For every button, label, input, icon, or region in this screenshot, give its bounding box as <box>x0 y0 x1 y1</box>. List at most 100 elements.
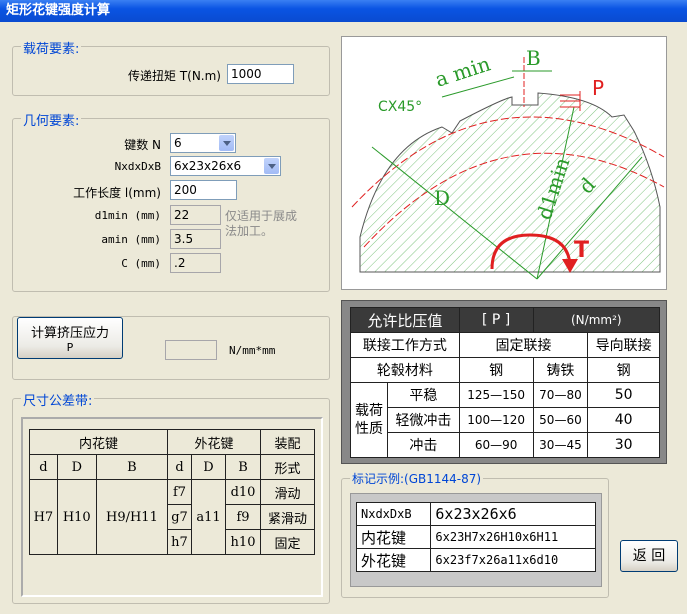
keys-value: 6 <box>174 136 182 150</box>
assembly-header: 装配 <box>260 429 315 455</box>
marking-table: NxdxDxB 6x23x26x6 内花键 6x23H7x26H10x6H11 … <box>355 502 596 572</box>
calc-group: 计算挤压应力 P N/mm*mm <box>12 316 330 380</box>
marking-label: NxdxDxB <box>355 502 432 526</box>
length-input[interactable]: 200 <box>170 180 237 200</box>
material-label: 轮毂材料 <box>350 357 460 383</box>
load-nature-label: 载荷性质 <box>350 382 388 458</box>
label-B: B <box>526 46 541 70</box>
outer-B-tol: d10 <box>225 479 261 505</box>
method-label: 联接工作方式 <box>350 332 460 358</box>
tolerance-legend: 尺寸公差带: <box>21 390 95 409</box>
load-type: 冲击 <box>387 432 460 458</box>
torque-input[interactable]: 1000 <box>227 64 294 84</box>
fixed-joint: 固定联接 <box>458 332 589 358</box>
cast-value: 70—80 <box>532 382 589 408</box>
fit-form: 固定 <box>260 529 315 555</box>
inner-D-tol: H10 <box>56 479 97 555</box>
pressure-symbol: [ P ] <box>458 307 534 333</box>
spec-select[interactable]: 6x23x26x6 <box>170 156 281 176</box>
guide-value: 30 <box>587 432 660 458</box>
outer-B-tol: h10 <box>225 529 261 555</box>
spec-label: NxdxDxB <box>114 160 161 173</box>
amin-label: amin (mm) <box>101 233 161 246</box>
calc-button-symbol: P <box>66 341 74 354</box>
chevron-down-icon[interactable] <box>264 158 279 174</box>
inner-spline-header: 内花键 <box>28 429 169 455</box>
guide-value: 40 <box>587 407 660 433</box>
load-group: 载荷要素: 传递扭矩 T(N.m) 1000 <box>12 38 330 96</box>
guide-value: 50 <box>587 382 660 408</box>
col-B: B <box>225 454 261 480</box>
marking-frame: NxdxDxB 6x23x26x6 内花键 6x23H7x26H10x6H11 … <box>350 493 602 587</box>
form-header: 形式 <box>260 454 315 480</box>
marking-legend: 标记示例:(GB1144-87) <box>350 470 484 487</box>
marking-value: 6x23H7x26H10x6H11 <box>430 525 596 549</box>
marking-label: 内花键 <box>355 525 432 549</box>
inner-d-tol: H7 <box>29 479 58 555</box>
spline-diagram-svg: a min B P CX45° D d1min d T <box>351 46 665 280</box>
marking-value: 6x23f7x26a11x6d10 <box>430 548 596 572</box>
load-type: 轻微冲击 <box>387 407 460 433</box>
outer-spline-header: 外花键 <box>167 429 261 455</box>
outer-B-tol: f9 <box>225 504 261 530</box>
fit-form: 紧滑动 <box>260 504 315 530</box>
tolerance-table: 内花键 外花键 装配 d D B d D B 形式 H7 H10 H9/H11 … <box>28 429 315 555</box>
torque-label: 传递扭矩 T(N.m) <box>128 69 221 83</box>
label-D: D <box>434 186 450 210</box>
marking-label: 外花键 <box>355 548 432 572</box>
cast-value: 30—45 <box>532 432 589 458</box>
label-T: T <box>574 238 589 263</box>
length-label: 工作长度 l(mm) <box>73 186 161 200</box>
material-cast: 铸铁 <box>532 357 589 383</box>
pressure-result-field <box>165 340 217 360</box>
calc-pressure-button[interactable]: 计算挤压应力 P <box>17 317 123 359</box>
fit-form: 滑动 <box>260 479 315 505</box>
chevron-down-icon[interactable] <box>219 135 234 151</box>
col-D: D <box>190 454 227 480</box>
cast-value: 50—60 <box>532 407 589 433</box>
amin-field: 3.5 <box>170 229 221 249</box>
col-d: d <box>29 454 58 480</box>
guide-joint: 导向联接 <box>587 332 660 358</box>
d1min-field: 22 <box>170 205 221 225</box>
col-B: B <box>95 454 169 480</box>
marking-group: 标记示例:(GB1144-87) NxdxDxB 6x23x26x6 内花键 6… <box>341 470 609 598</box>
pressure-table-frame: 允许比压值 [ P ] (N/mm²) 联接工作方式 固定联接 导向联接 轮毂材… <box>341 300 667 464</box>
shaft-section <box>359 92 661 273</box>
geometry-group: 几何要素: 键数 N 6 NxdxDxB 6x23x26x6 工作长度 l(mm… <box>12 110 330 292</box>
c-field: .2 <box>170 253 221 273</box>
calc-button-label: 计算挤压应力 <box>30 326 109 341</box>
outer-D-tol: a11 <box>190 479 227 555</box>
spline-diagram: a min B P CX45° D d1min d T <box>341 36 667 290</box>
outer-d-tol: h7 <box>167 529 192 555</box>
steel-value: 125—150 <box>458 382 534 408</box>
pressure-unit-cell: (N/mm²) <box>532 307 661 333</box>
outer-d-tol: g7 <box>167 504 192 530</box>
col-d: d <box>167 454 192 480</box>
geometry-legend: 几何要素: <box>21 110 82 129</box>
d1min-label: d1min (mm) <box>94 209 161 222</box>
marking-value: 6x23x26x6 <box>430 502 596 526</box>
inner-B-tol: H9/H11 <box>95 479 169 555</box>
pressure-title: 允许比压值 <box>350 307 460 333</box>
keys-select[interactable]: 6 <box>170 133 236 153</box>
label-P: P <box>592 76 604 100</box>
method-note: 仅适用于展成法加工。 <box>225 209 298 238</box>
back-button[interactable]: 返 回 <box>620 540 678 572</box>
window-title: 矩形花键强度计算 <box>0 0 687 22</box>
c-label: C (mm) <box>121 257 161 270</box>
col-D: D <box>56 454 97 480</box>
steel-value: 60—90 <box>458 432 534 458</box>
pressure-unit: N/mm*mm <box>229 344 276 357</box>
label-chamfer: CX45° <box>378 99 422 115</box>
steel-value: 100—120 <box>458 407 534 433</box>
material-steel: 钢 <box>458 357 534 383</box>
outer-d-tol: f7 <box>167 479 192 505</box>
load-legend: 载荷要素: <box>21 38 82 57</box>
load-type: 平稳 <box>387 382 460 408</box>
material-steel-guide: 钢 <box>587 357 660 383</box>
keys-label: 键数 N <box>124 138 161 152</box>
spec-value: 6x23x26x6 <box>174 159 242 173</box>
pressure-table: 允许比压值 [ P ] (N/mm²) 联接工作方式 固定联接 导向联接 轮毂材… <box>350 307 661 458</box>
tolerance-frame: 内花键 外花键 装配 d D B d D B 形式 H7 H10 H9/H11 … <box>21 417 323 597</box>
